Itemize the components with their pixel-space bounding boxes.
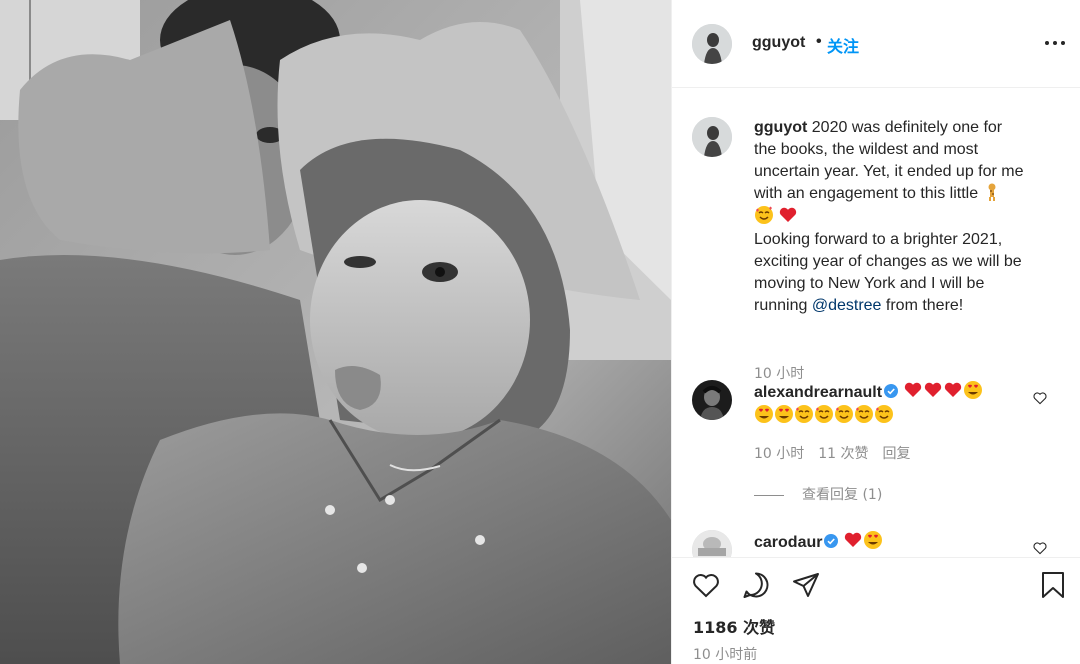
- comment-time[interactable]: 10 小时: [754, 446, 804, 462]
- caption-line: moving to New York and I will be: [754, 275, 985, 292]
- heart-eyes-emoji-icon: [775, 405, 793, 423]
- mention-link[interactable]: @destree: [812, 297, 882, 314]
- giraffe-emoji-icon: [988, 183, 996, 201]
- caption-author-avatar[interactable]: [692, 117, 732, 157]
- follow-button[interactable]: 关注: [827, 33, 859, 57]
- red-heart-emoji-icon: [924, 382, 941, 397]
- verified-badge-icon: [884, 384, 899, 398]
- smiling-hearts-emoji-icon: [855, 405, 873, 423]
- red-heart-emoji-icon: [904, 382, 921, 397]
- post-side-panel: gguyot • 关注 gguyot 2020 was definitely o…: [671, 0, 1080, 664]
- separator-dot: •: [816, 33, 822, 50]
- view-replies-button[interactable]: 查看回复 (1): [754, 484, 882, 504]
- likes-count[interactable]: 1186 次赞: [693, 614, 775, 638]
- red-heart-emoji-icon: [844, 532, 862, 547]
- smiling-hearts-emoji-icon: [815, 405, 833, 423]
- post-action-bar: 1186 次赞 10 小时前: [672, 557, 1080, 664]
- commenter-username[interactable]: alexandrearnault: [754, 384, 882, 401]
- red-heart-emoji-icon: [944, 382, 961, 397]
- caption-text: gguyot 2020 was definitely one for the b…: [754, 117, 1064, 317]
- comment-text: alexandrearnault: [754, 380, 1034, 428]
- smiling-hearts-emoji-icon: [795, 405, 813, 423]
- like-comment-heart-icon[interactable]: [1032, 540, 1048, 556]
- caption-line: uncertain year. Yet, it ended up for me: [754, 163, 1024, 180]
- caption-line: Looking forward to a brighter 2021,: [754, 231, 1003, 248]
- smiling-hearts-emoji-icon: [755, 206, 773, 224]
- caption-line: with an engagement to this little: [754, 185, 979, 202]
- verified-badge-icon: [824, 534, 839, 548]
- heart-eyes-emoji-icon: [863, 531, 882, 549]
- comment-text: carodaur: [754, 530, 1034, 554]
- smiling-hearts-emoji-icon: [835, 405, 853, 423]
- more-dots-icon[interactable]: [1044, 37, 1066, 49]
- paper-plane-icon[interactable]: [791, 570, 821, 600]
- like-comment-heart-icon[interactable]: [1032, 390, 1048, 406]
- author-avatar[interactable]: [692, 24, 732, 64]
- comment-meta: 10 小时 11 次赞 回复: [754, 443, 925, 463]
- view-replies-label: 查看回复 (1): [802, 487, 883, 503]
- post-header: gguyot • 关注: [672, 0, 1080, 88]
- bookmark-icon[interactable]: [1038, 570, 1068, 600]
- commenter-username[interactable]: carodaur: [754, 534, 822, 551]
- comments-scroll-area[interactable]: gguyot 2020 was definitely one for the b…: [672, 89, 1080, 557]
- replies-divider-line: [754, 494, 784, 496]
- heart-eyes-emoji-icon: [755, 405, 773, 423]
- post-timestamp[interactable]: 10 小时前: [693, 644, 757, 664]
- caption-line: exciting year of changes as we will be: [754, 253, 1022, 270]
- author-username[interactable]: gguyot: [752, 34, 805, 52]
- caption-line: the books, the wildest and most: [754, 141, 979, 158]
- speech-bubble-icon[interactable]: [741, 570, 771, 600]
- reply-button[interactable]: 回复: [883, 446, 911, 462]
- caption-tail: from there!: [885, 297, 964, 314]
- heart-eyes-emoji-icon: [963, 381, 982, 399]
- caption-author[interactable]: gguyot: [754, 119, 807, 136]
- commenter-avatar[interactable]: [692, 380, 732, 420]
- heart-outline-icon[interactable]: [691, 570, 721, 600]
- caption-line: 2020 was definitely one for: [811, 119, 1003, 136]
- caption-running: running: [754, 297, 808, 314]
- comment-likes[interactable]: 11 次赞: [818, 446, 868, 462]
- red-heart-emoji-icon: [780, 207, 797, 222]
- post-photo[interactable]: [0, 0, 671, 664]
- smiling-hearts-emoji-icon: [875, 405, 893, 423]
- commenter-avatar[interactable]: [692, 530, 732, 557]
